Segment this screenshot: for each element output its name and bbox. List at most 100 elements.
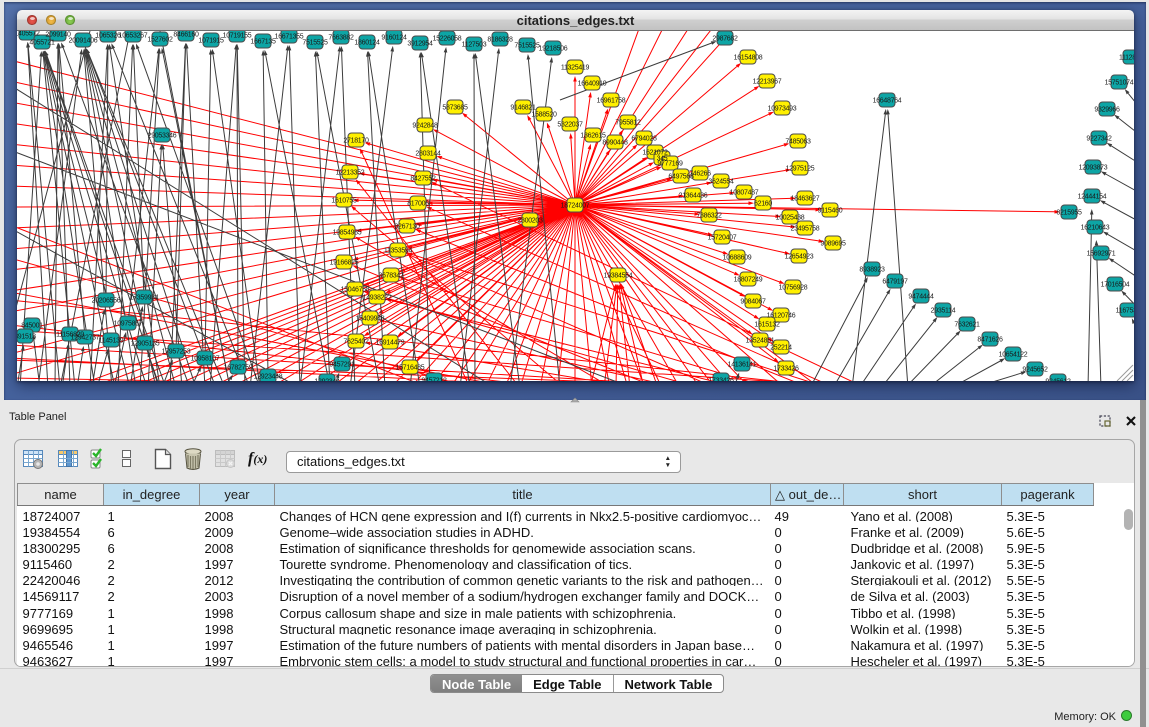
- svg-text:1292344: 1292344: [314, 379, 340, 382]
- svg-text:14938222: 14938222: [363, 295, 392, 302]
- svg-text:10025438: 10025438: [776, 215, 805, 222]
- svg-text:1362615: 1362615: [580, 133, 606, 140]
- svg-text:9474444: 9474444: [908, 294, 934, 301]
- svg-text:7515525: 7515525: [302, 40, 328, 47]
- svg-text:817006: 817006: [407, 201, 429, 208]
- svg-text:10654122: 10654122: [999, 352, 1028, 359]
- svg-text:1127503: 1127503: [462, 42, 487, 49]
- svg-text:7632621: 7632621: [954, 322, 980, 329]
- svg-text:11325419: 11325419: [561, 65, 590, 72]
- svg-text:1588520: 1588520: [531, 112, 557, 119]
- svg-text:4055721: 4055721: [29, 40, 55, 47]
- svg-text:19166825: 19166825: [330, 260, 359, 267]
- svg-text:10975867: 10975867: [114, 321, 143, 328]
- svg-text:10653267: 10653267: [119, 33, 148, 40]
- svg-text:7663882: 7663882: [328, 35, 354, 42]
- svg-text:8938923: 8938923: [859, 267, 885, 274]
- svg-text:1405572: 1405572: [17, 31, 40, 38]
- svg-text:12942737: 12942737: [71, 335, 100, 342]
- svg-text:11353594: 11353594: [384, 248, 413, 255]
- svg-text:12654923: 12654923: [785, 254, 814, 261]
- svg-text:1167534: 1167534: [1116, 308, 1134, 315]
- svg-text:8990448: 8990448: [602, 140, 628, 147]
- svg-text:16782759: 16782759: [224, 365, 253, 372]
- svg-text:252214: 252214: [770, 345, 792, 352]
- svg-text:10973493: 10973493: [768, 106, 797, 113]
- svg-text:1065326: 1065326: [95, 33, 121, 40]
- svg-text:12213352: 12213352: [336, 170, 365, 177]
- svg-text:62160: 62160: [754, 201, 772, 208]
- svg-text:17016504: 17016504: [1101, 282, 1130, 289]
- svg-text:7515525: 7515525: [514, 43, 540, 50]
- svg-text:746266: 746266: [689, 171, 711, 178]
- svg-text:391513: 391513: [17, 334, 36, 341]
- svg-text:15716485: 15716485: [396, 365, 425, 372]
- svg-text:15720407: 15720407: [708, 235, 737, 242]
- svg-text:17957253: 17957253: [162, 349, 191, 356]
- svg-text:9245612: 9245612: [1045, 379, 1071, 382]
- svg-text:10719155: 10719155: [223, 33, 252, 40]
- svg-text:1667135: 1667135: [250, 39, 276, 46]
- svg-text:10756928: 10756928: [779, 285, 808, 292]
- svg-text:3267130: 3267130: [394, 224, 420, 231]
- svg-text:6794028: 6794028: [631, 136, 657, 143]
- svg-text:12093873: 12093873: [1079, 165, 1108, 172]
- svg-text:845001: 845001: [21, 323, 43, 330]
- svg-text:5873685: 5873685: [442, 105, 468, 112]
- svg-text:29053346: 29053346: [148, 133, 177, 140]
- svg-text:3912954: 3912954: [407, 41, 433, 48]
- svg-text:7625402: 7625402: [343, 339, 369, 346]
- svg-text:9160124: 9160124: [381, 35, 407, 42]
- svg-text:18724007: 18724007: [561, 203, 590, 210]
- svg-text:8215955: 8215955: [1056, 210, 1082, 217]
- svg-text:19854985: 19854985: [333, 230, 362, 237]
- svg-text:1610755: 1610755: [331, 198, 357, 205]
- svg-text:16120746: 16120746: [767, 313, 796, 320]
- svg-text:1527602: 1527602: [147, 37, 173, 44]
- svg-text:19384554: 19384554: [604, 273, 633, 280]
- svg-text:17359934: 17359934: [130, 295, 159, 302]
- svg-text:12213967: 12213967: [753, 79, 782, 86]
- svg-text:7485063: 7485063: [785, 139, 811, 146]
- svg-text:9146821: 9146821: [510, 105, 536, 112]
- svg-text:15226058: 15226058: [433, 36, 462, 43]
- svg-text:14136141: 14136141: [728, 362, 757, 369]
- svg-text:2935114: 2935114: [931, 308, 956, 315]
- svg-text:21364436: 21364436: [679, 193, 708, 200]
- svg-text:12975125: 12975125: [786, 166, 815, 173]
- svg-text:9089695: 9089695: [820, 241, 846, 248]
- svg-text:10688609: 10688609: [723, 255, 752, 262]
- svg-text:1145139: 1145139: [99, 338, 124, 345]
- svg-text:9084067: 9084067: [740, 299, 766, 306]
- svg-text:1615132: 1615132: [754, 322, 780, 329]
- svg-text:9457291: 9457291: [329, 362, 355, 369]
- svg-text:20091406: 20091406: [69, 38, 98, 45]
- svg-text:15751074: 15751074: [1105, 80, 1134, 87]
- svg-text:18807249: 18807249: [734, 277, 763, 284]
- svg-text:9245652: 9245652: [1022, 367, 1048, 374]
- svg-text:9329966: 9329966: [1094, 107, 1120, 114]
- svg-text:20206556: 20206556: [92, 298, 121, 305]
- svg-text:8466160: 8466160: [173, 32, 199, 39]
- svg-text:16914479: 16914479: [376, 340, 405, 347]
- svg-text:12923448: 12923448: [254, 374, 283, 381]
- svg-text:12444154: 12444154: [1078, 194, 1107, 201]
- svg-text:13524851: 13524851: [746, 338, 775, 345]
- svg-text:1860124: 1860124: [354, 40, 380, 47]
- svg-text:16640910: 16640910: [578, 81, 607, 88]
- svg-text:9777169: 9777169: [657, 161, 683, 168]
- svg-text:2300203: 2300203: [517, 218, 543, 225]
- svg-text:1733426: 1733426: [708, 378, 734, 382]
- svg-text:1733426: 1733426: [773, 366, 799, 373]
- svg-text:9457212: 9457212: [421, 378, 447, 382]
- svg-text:1071915: 1071915: [198, 38, 224, 45]
- svg-text:6479197: 6479197: [882, 279, 908, 286]
- svg-text:16648764: 16648764: [873, 98, 902, 105]
- svg-text:10807487: 10807487: [730, 190, 759, 197]
- svg-text:3678342: 3678342: [378, 273, 404, 280]
- svg-text:16961758: 16961758: [597, 98, 626, 105]
- svg-text:18463627: 18463627: [791, 196, 820, 203]
- svg-text:9115460: 9115460: [818, 208, 843, 215]
- svg-text:2718170: 2718170: [343, 138, 369, 145]
- svg-text:9227342: 9227342: [1086, 136, 1112, 143]
